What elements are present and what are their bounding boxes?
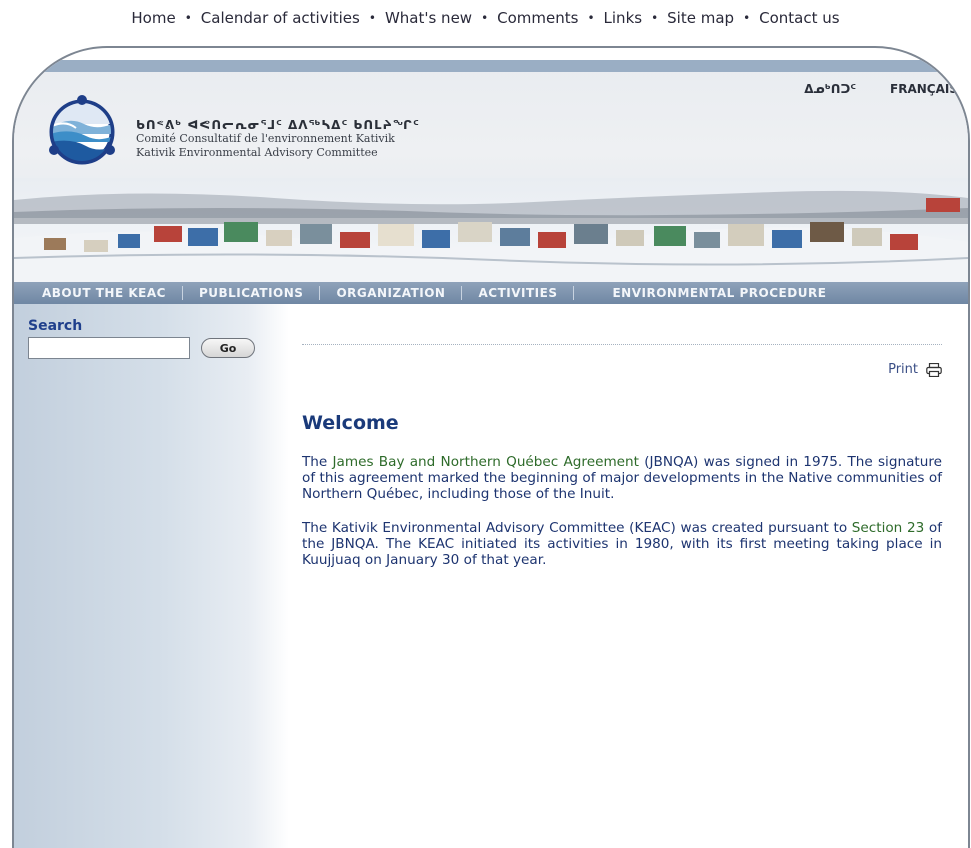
org-name-english: Kativik Environmental Advisory Committee: [136, 146, 378, 159]
nav-separator: •: [368, 11, 376, 25]
language-inuktitut-link[interactable]: ᐃᓄᒃᑎᑐᑦ: [804, 82, 856, 96]
nav-organization[interactable]: ORGANIZATION: [320, 286, 461, 300]
organization-names: ᑲᑎᕝᕕᒃ ᐊᕙᑎᓕᕆᓂᕐᒧᑦ ᐃᐱᖅᓴᐃᑦ ᑲᑎᒪᔨᖏᑦ Comité Con…: [136, 118, 420, 160]
keac-logo-icon[interactable]: [42, 90, 122, 170]
top-navigation: Home • Calendar of activities • What's n…: [0, 0, 971, 36]
nav-about-the-keac[interactable]: ABOUT THE KEAC: [14, 286, 182, 300]
history-paragraph: The Kativik Environmental Advisory Commi…: [302, 520, 942, 568]
main-content: Print Welcome The James Bay and Northern…: [302, 304, 944, 824]
nav-environmental-procedure[interactable]: ENVIRONMENTAL PROCEDURE: [574, 286, 842, 300]
print-label: Print: [888, 362, 918, 377]
nav-calendar[interactable]: Calendar of activities: [201, 9, 360, 27]
para2-text-start: The Kativik Environmental Advisory Commi…: [302, 520, 852, 536]
printer-icon: [926, 362, 942, 377]
page-frame: ᐃᓄᒃᑎᑐᑦ FRANÇAIS ᑲᑎᕝᕕᒃ ᐊᕙᑎᓕᕆᓂᕐᒧᑦ ᐃᐱᖅᓴᐃᑦ ᑲ…: [12, 46, 970, 848]
nav-site-map[interactable]: Site map: [667, 9, 734, 27]
language-french-link[interactable]: FRANÇAIS: [890, 82, 958, 96]
para1-text-start: The: [302, 454, 333, 470]
intro-paragraph: The James Bay and Northern Québec Agreem…: [302, 454, 942, 502]
main-navigation: ABOUT THE KEAC PUBLICATIONS ORGANIZATION…: [14, 282, 968, 304]
language-bar: ᐃᓄᒃᑎᑐᑦ FRANÇAIS: [804, 80, 968, 98]
site-header: ᐃᓄᒃᑎᑐᑦ FRANÇAIS ᑲᑎᕝᕕᒃ ᐊᕙᑎᓕᕆᓂᕐᒧᑦ ᐃᐱᖅᓴᐃᑦ ᑲ…: [14, 60, 968, 290]
jbnqa-link[interactable]: James Bay and Northern Québec Agreement: [333, 454, 639, 470]
search-input[interactable]: [28, 337, 190, 359]
nav-separator: •: [184, 11, 192, 25]
nav-activities[interactable]: ACTIVITIES: [462, 286, 573, 300]
nav-publications[interactable]: PUBLICATIONS: [183, 286, 320, 300]
sidebar: Search Go: [14, 304, 289, 848]
nav-separator: •: [651, 11, 659, 25]
nav-links[interactable]: Links: [604, 9, 643, 27]
dotted-divider: [302, 344, 942, 345]
nav-contact-us[interactable]: Contact us: [759, 9, 839, 27]
header-band: [14, 60, 968, 72]
section-23-link[interactable]: Section 23: [852, 520, 924, 536]
nav-separator: •: [587, 11, 595, 25]
nav-separator: •: [481, 11, 489, 25]
search-label: Search: [28, 318, 83, 334]
print-link[interactable]: Print: [888, 362, 942, 377]
nav-home[interactable]: Home: [131, 9, 175, 27]
village-banner-image: [14, 178, 968, 290]
page-title: Welcome: [302, 412, 399, 434]
go-button[interactable]: Go: [201, 338, 255, 358]
org-name-french: Comité Consultatif de l'environnement Ka…: [136, 132, 395, 145]
nav-comments[interactable]: Comments: [497, 9, 578, 27]
org-name-syllabics: ᑲᑎᕝᕕᒃ ᐊᕙᑎᓕᕆᓂᕐᒧᑦ ᐃᐱᖅᓴᐃᑦ ᑲᑎᒪᔨᖏᑦ: [136, 118, 420, 132]
nav-whats-new[interactable]: What's new: [385, 9, 472, 27]
nav-separator: •: [743, 11, 751, 25]
